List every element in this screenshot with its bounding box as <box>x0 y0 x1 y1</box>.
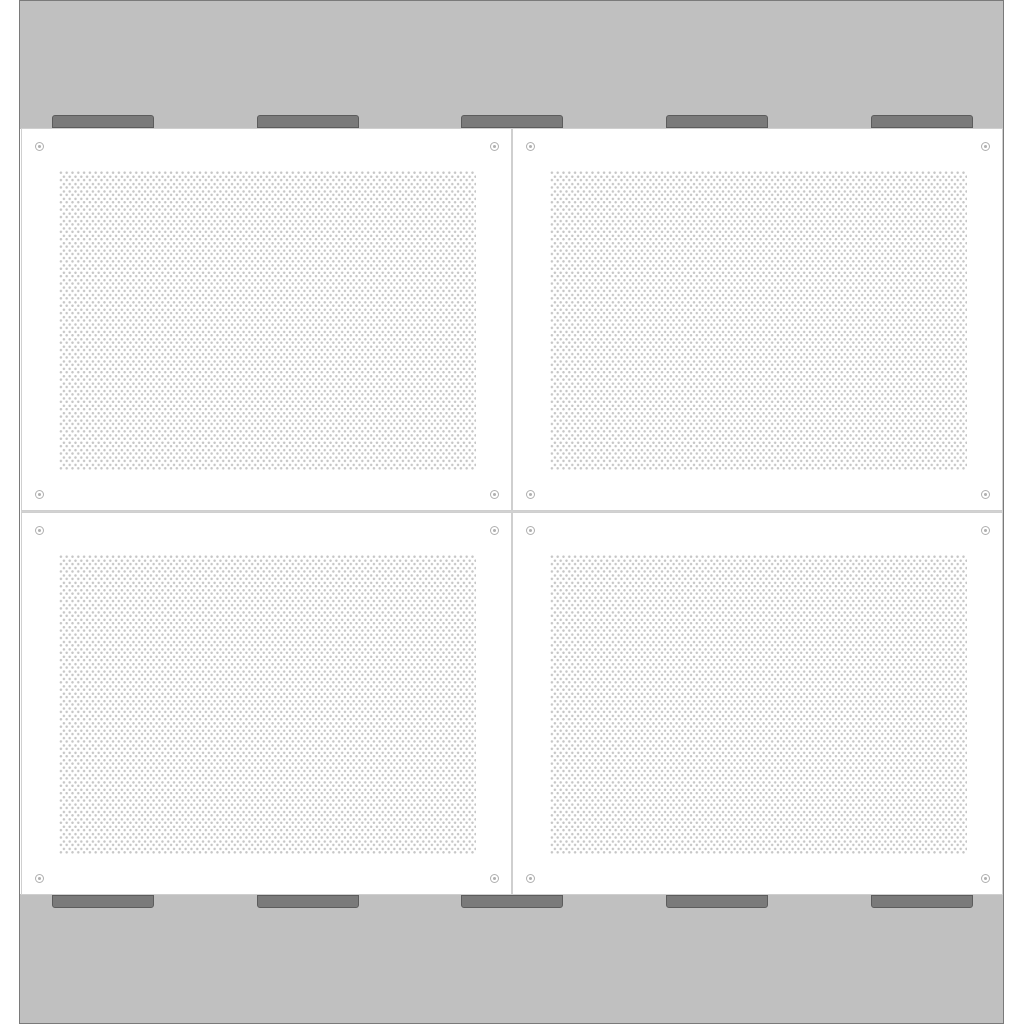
screw-icon <box>526 142 535 151</box>
panel-top-left <box>21 128 512 511</box>
panel-bottom-right <box>512 512 1003 895</box>
screw-icon <box>981 490 990 499</box>
screw-icon <box>35 526 44 535</box>
panel-top-right <box>512 128 1003 511</box>
mounting-clip-bottom <box>257 895 359 908</box>
mounting-clip-top <box>461 115 563 128</box>
screw-icon <box>35 142 44 151</box>
screw-icon <box>490 142 499 151</box>
perforation-grid-offset <box>552 172 967 471</box>
panel-bottom-left <box>21 512 512 895</box>
mounting-clip-top <box>52 115 154 128</box>
screw-icon <box>490 490 499 499</box>
screw-icon <box>526 874 535 883</box>
screw-icon <box>526 490 535 499</box>
mounting-clip-top <box>257 115 359 128</box>
panel-grid <box>21 128 1003 895</box>
screw-icon <box>526 526 535 535</box>
screw-icon <box>981 526 990 535</box>
mounting-clip-bottom <box>461 895 563 908</box>
mounting-clip-top <box>871 115 973 128</box>
left-rail <box>0 0 20 1024</box>
top-band <box>20 0 1003 129</box>
perforation-grid-offset <box>61 556 476 855</box>
rack-frame <box>0 0 1024 1024</box>
mounting-clip-bottom <box>52 895 154 908</box>
screw-icon <box>981 142 990 151</box>
right-rail <box>1003 0 1024 1024</box>
screw-icon <box>35 874 44 883</box>
screw-icon <box>490 874 499 883</box>
screw-icon <box>490 526 499 535</box>
mounting-clip-bottom <box>666 895 768 908</box>
perforation-grid-offset <box>552 556 967 855</box>
mounting-clip-top <box>666 115 768 128</box>
perforation-grid-offset <box>61 172 476 471</box>
screw-icon <box>35 490 44 499</box>
screw-icon <box>981 874 990 883</box>
bottom-band <box>20 894 1003 1024</box>
mounting-clip-bottom <box>871 895 973 908</box>
